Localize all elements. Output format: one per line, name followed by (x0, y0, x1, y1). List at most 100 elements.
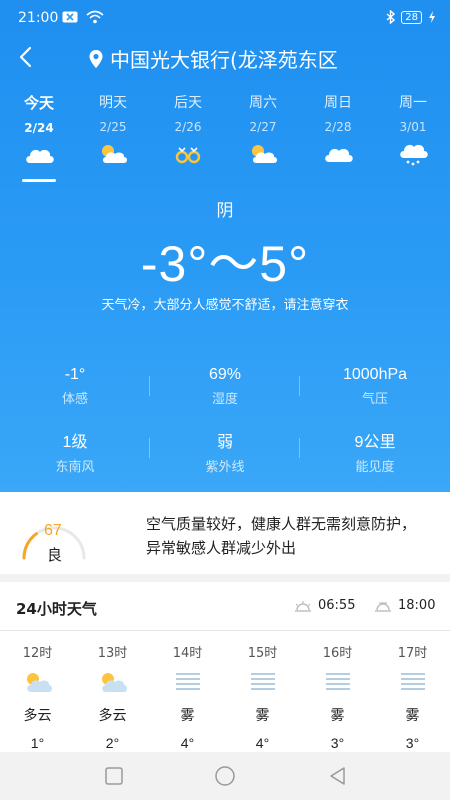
hourly-forecast: 24小时天气 06:55 18:00 12时 多云 1° 13时 多云 2° 1… (0, 582, 450, 752)
stat-label: 紫外线 (205, 460, 245, 475)
fog-icon (325, 673, 350, 690)
day-name: 周日 (324, 95, 352, 111)
day-tab-2[interactable]: 明天 2/25 (75, 92, 151, 170)
stat-label: 湿度 (211, 392, 238, 407)
hour-time: 12时 (22, 646, 53, 661)
partly-cloudy-icon (252, 145, 277, 163)
divider (299, 376, 300, 396)
fog-icon (250, 673, 275, 690)
aqi-description: 空气质量较好，健康人群无需刻意防护，异常敏感人群减少外出 (146, 515, 417, 557)
stat-value: 69% (208, 366, 242, 383)
stat-value: 1000hPa (342, 366, 408, 383)
divider (149, 376, 150, 396)
hour-item: 14时 雾 4° (150, 642, 225, 751)
hour-condition: 雾 (255, 708, 270, 724)
hour-temp: 4° (255, 735, 270, 751)
recent-apps-button[interactable] (102, 764, 126, 788)
sunrise-icon (295, 600, 311, 612)
hour-temp: 3° (405, 735, 420, 751)
hour-time: 14时 (172, 646, 203, 661)
hour-time: 17时 (397, 646, 428, 661)
hour-temp: 1° (30, 735, 45, 751)
status-bar: 21:00 28 (0, 0, 450, 36)
back-button[interactable] (12, 42, 40, 72)
sunset-time: 18:00 (398, 598, 436, 613)
divider (0, 630, 450, 631)
hour-condition: 多云 (98, 708, 127, 724)
divider (149, 438, 150, 458)
weather-tip: 天气冷，大部分人感觉不舒适，请注意穿衣 (101, 298, 349, 313)
cloudy-icon (26, 149, 54, 163)
sunset: 18:00 (374, 598, 435, 613)
active-tab-indicator (22, 179, 56, 182)
location-name: 中国光大银行(龙泽苑东区 (110, 48, 338, 72)
hour-condition: 雾 (405, 708, 420, 724)
daily-forecast-tabs: 今天 2/24 明天 2/25 后天 2/26 周六 2/27 周日 2/28 … (0, 92, 450, 182)
day-tab-4[interactable]: 周六 2/27 (225, 92, 301, 170)
hour-time: 16时 (322, 646, 353, 661)
hourly-title: 24小时天气 (16, 600, 97, 618)
stat-humidity: 69% 湿度 (150, 366, 300, 407)
fog-icon (400, 673, 425, 690)
day-tab-6[interactable]: 周一 3/01 (375, 92, 450, 170)
bluetooth-icon (386, 10, 396, 24)
snow-cloud-icon (400, 144, 428, 166)
system-nav-bar (0, 752, 450, 800)
hour-condition: 雾 (180, 708, 195, 724)
hour-condition: 雾 (330, 708, 345, 724)
day-tab-5[interactable]: 周日 2/28 (300, 92, 376, 170)
stat-label: 能见度 (355, 460, 395, 475)
fog-icon (175, 673, 200, 690)
stat-label: 东南风 (55, 460, 95, 475)
day-tab-3[interactable]: 后天 2/26 (150, 92, 226, 170)
day-date: 3/01 (399, 120, 427, 134)
stat-label: 体感 (61, 392, 88, 407)
home-button[interactable] (213, 764, 237, 788)
day-date: 2/27 (249, 120, 277, 134)
back-nav-button[interactable] (326, 764, 350, 788)
hour-temp: 2° (105, 735, 120, 751)
partly-cloudy-icon (102, 145, 127, 163)
cloudy-icon (325, 148, 353, 162)
current-condition: 阴 (216, 201, 234, 221)
stat-value: 1级 (62, 434, 88, 451)
day-tab-today[interactable]: 今天 2/24 (1, 92, 77, 182)
wifi-icon (86, 10, 104, 24)
day-name: 周一 (399, 95, 427, 111)
day-name: 周六 (249, 95, 277, 111)
location-selector[interactable]: 中国光大银行(龙泽苑东区 (88, 44, 363, 72)
charging-icon (429, 11, 435, 23)
hour-condition: 多云 (23, 708, 52, 724)
day-date: 2/26 (174, 120, 202, 134)
day-date: 2/24 (24, 121, 54, 135)
day-name: 明天 (99, 95, 127, 111)
hour-temp: 4° (180, 735, 195, 751)
hour-time: 13时 (97, 646, 128, 661)
day-date: 2/25 (99, 120, 127, 134)
status-time: 21:00 (18, 10, 59, 26)
stat-wind: 1级 东南风 (0, 428, 150, 475)
location-pin-icon (89, 49, 103, 68)
stat-value: -1° (64, 366, 86, 383)
aqi-level: 良 (47, 546, 63, 564)
hour-item: 13时 多云 2° (75, 642, 150, 751)
day-name: 后天 (174, 95, 202, 111)
weather-hero: 21:00 28 中国光大银行(龙泽苑东区 今天 2/24 明天 2/25 后天… (0, 0, 450, 492)
stat-pressure: 1000hPa 气压 (300, 366, 450, 407)
aqi-value: 67 (44, 522, 62, 539)
partly-cloudy-icon (101, 673, 127, 692)
stat-label: 气压 (361, 392, 388, 407)
day-date: 2/28 (324, 120, 352, 134)
hour-item: 16时 雾 3° (300, 642, 375, 751)
hour-item: 12时 多云 1° (0, 642, 75, 751)
notification-icon (62, 11, 78, 23)
stat-feels-like: -1° 体感 (0, 366, 150, 407)
fog-icon (175, 147, 201, 164)
sunrise: 06:55 (294, 598, 355, 613)
partly-cloudy-icon (26, 673, 52, 692)
divider (299, 438, 300, 458)
stat-value: 弱 (216, 434, 233, 451)
stat-uv: 弱 紫外线 (150, 428, 300, 475)
temperature-range: -3°～5° (140, 236, 310, 292)
day-name: 今天 (23, 94, 54, 112)
